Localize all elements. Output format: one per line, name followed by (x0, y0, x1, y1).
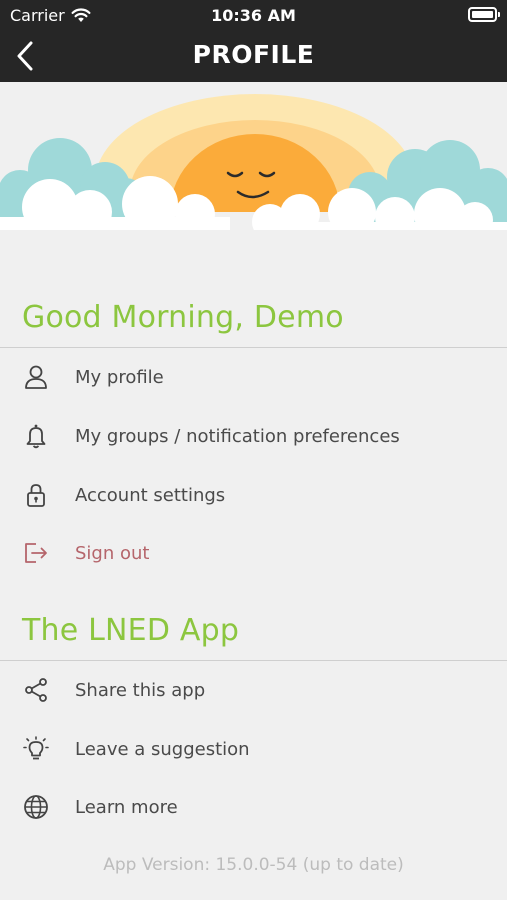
menu-item-learn-more[interactable]: Learn more (0, 778, 507, 836)
clock: 10:36 AM (211, 6, 296, 25)
menu-item-label: Account settings (75, 484, 226, 506)
nav-bar: PROFILE (0, 30, 507, 82)
app-section-heading: The LNED App (22, 613, 240, 648)
menu-item-account-settings[interactable]: Account settings (0, 466, 507, 524)
battery-icon (468, 7, 500, 22)
menu-item-label: Leave a suggestion (75, 738, 250, 760)
menu-item-share-app[interactable]: Share this app (0, 661, 507, 719)
menu-item-label: Share this app (75, 679, 206, 701)
app-version: App Version: 15.0.0-54 (up to date) (103, 855, 404, 875)
share-icon (22, 676, 50, 704)
status-bar: Carrier 10:36 AM (0, 0, 507, 30)
top-bar: Carrier 10:36 AM PROFILE (0, 0, 507, 82)
menu-item-my-groups[interactable]: My groups / notification preferences (0, 407, 507, 465)
menu-item-label: Learn more (75, 796, 178, 818)
sign-out-icon (22, 539, 50, 567)
lock-icon (22, 481, 50, 509)
menu-item-leave-suggestion[interactable]: Leave a suggestion (0, 720, 507, 778)
menu-item-label: My groups / notification preferences (75, 425, 400, 447)
menu-item-label: Sign out (75, 542, 150, 564)
menu-item-label: My profile (75, 366, 164, 388)
globe-icon (22, 793, 50, 821)
page-title: PROFILE (192, 40, 315, 69)
person-icon (22, 363, 50, 391)
menu-item-sign-out[interactable]: Sign out (0, 524, 507, 582)
bell-icon (22, 422, 50, 450)
lightbulb-icon (22, 735, 50, 763)
menu-item-my-profile[interactable]: My profile (0, 348, 507, 406)
greeting-heading: Good Morning, Demo (22, 300, 344, 335)
sunrise-illustration (0, 94, 507, 252)
